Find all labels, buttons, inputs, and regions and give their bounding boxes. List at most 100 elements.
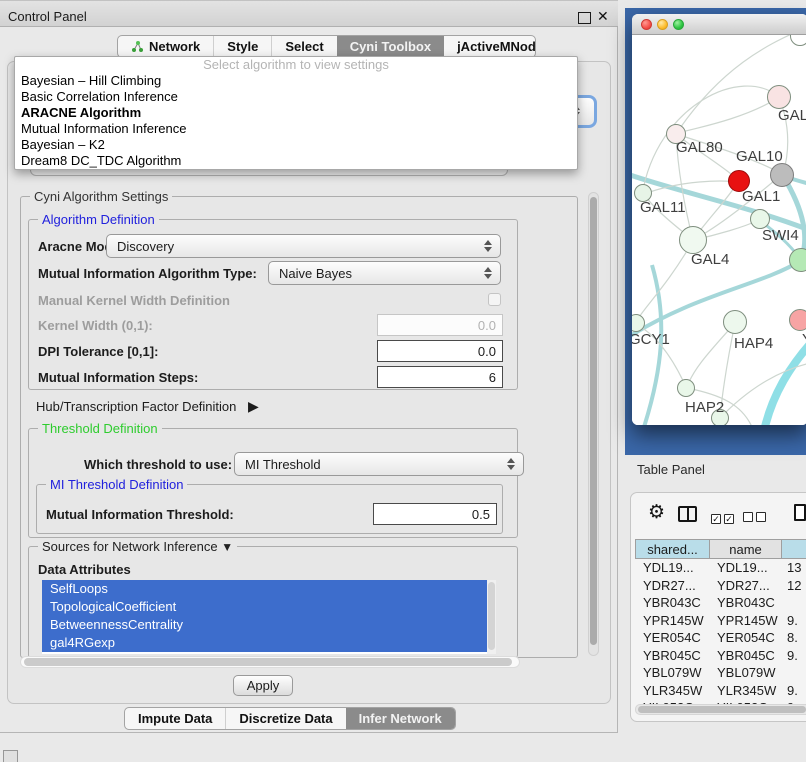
node-label: GAL4 <box>691 251 729 268</box>
attribute-item[interactable]: gal4RGexp <box>42 634 494 652</box>
gear-icon[interactable]: ⚙ <box>648 503 665 522</box>
node[interactable] <box>789 248 806 272</box>
hub-definition-label: Hub/Transcription Factor Definition <box>36 399 236 414</box>
node-label: HAP2 <box>685 399 724 416</box>
network-view-window: GAL GAL80 GAL10 GAL11 GAL1 SWI4 GAL4 GCY… <box>632 14 806 425</box>
control-panel-titlebar <box>0 0 618 27</box>
minimize-window-button[interactable] <box>657 19 668 30</box>
table-row[interactable]: YBR043C YBR043C <box>635 594 806 612</box>
dpi-tolerance-field[interactable]: 0.0 <box>377 340 503 362</box>
table-row[interactable]: YDL19... YDL19... 13 <box>635 559 806 577</box>
tab-infer-network[interactable]: Infer Network <box>346 708 455 729</box>
node-salmon[interactable] <box>789 309 806 331</box>
scrollbar-thumb[interactable] <box>638 706 806 713</box>
scrollbar-thumb[interactable] <box>488 582 495 650</box>
node-hap2[interactable] <box>677 379 695 397</box>
combo-arrows-icon <box>483 240 492 252</box>
dropdown-item[interactable]: Basic Correlation Inference <box>15 89 577 105</box>
sources-group-title[interactable]: Sources for Network Inference ▼ <box>38 539 237 554</box>
mi-type-combobox[interactable]: Naive Bayes <box>268 261 501 285</box>
tab-jactivemnodules[interactable]: jActiveMNodules <box>444 36 536 57</box>
tab-style[interactable]: Style <box>213 36 271 57</box>
float-window-icon[interactable] <box>578 12 591 24</box>
attribute-item[interactable]: TopologicalCoefficient <box>42 598 494 616</box>
table-row[interactable]: YBR045C YBR045C 9. <box>635 647 806 665</box>
node-label: HAP4 <box>734 335 773 352</box>
dpi-tolerance-label: DPI Tolerance [0,1]: <box>38 344 158 359</box>
attribute-item[interactable]: BetweennessCentrality <box>42 616 494 634</box>
apply-button[interactable]: Apply <box>233 675 293 696</box>
dropdown-item[interactable]: Bayesian – K2 <box>15 137 577 153</box>
network-canvas[interactable]: GAL GAL80 GAL10 GAL11 GAL1 SWI4 GAL4 GCY… <box>632 35 806 425</box>
hub-definition-expander[interactable]: Hub/Transcription Factor Definition ▶ <box>36 398 259 415</box>
table-row[interactable]: YBL079W YBL079W <box>635 664 806 682</box>
group-title: Threshold Definition <box>38 421 162 436</box>
which-threshold-combobox[interactable]: MI Threshold <box>234 452 524 476</box>
dropdown-item[interactable]: Mutual Information Inference <box>15 121 577 137</box>
kernel-width-field[interactable]: 0.0 <box>377 314 503 336</box>
mi-steps-value: 6 <box>489 370 496 385</box>
mi-steps-field[interactable]: 6 <box>377 366 503 388</box>
node-gal10[interactable] <box>770 163 794 187</box>
tab-network[interactable]: Network <box>118 36 213 57</box>
node-label: SWI4 <box>762 227 799 244</box>
tab-cyni-toolbox[interactable]: Cyni Toolbox <box>337 36 444 57</box>
scrollbar-thumb[interactable] <box>24 658 512 666</box>
algorithm-dropdown-popup: Select algorithm to view settings Bayesi… <box>14 56 578 170</box>
node[interactable] <box>767 85 791 109</box>
mi-threshold-label: Mutual Information Threshold: <box>46 507 234 522</box>
node-swi4[interactable] <box>750 209 770 229</box>
mi-threshold-value: 0.5 <box>472 507 490 522</box>
which-threshold-value: MI Threshold <box>235 457 506 472</box>
dropdown-item[interactable]: Dream8 DC_TDC Algorithm <box>15 153 577 169</box>
node-label: GAL80 <box>676 139 723 156</box>
manual-kernel-label: Manual Kernel Width Definition <box>38 293 230 308</box>
column-header[interactable]: shared... <box>636 540 710 558</box>
bottom-tabbar: Impute Data Discretize Data Infer Networ… <box>124 707 456 730</box>
settings-vertical-scrollbar[interactable] <box>588 192 599 656</box>
which-threshold-label: Which threshold to use: <box>84 457 232 472</box>
attribute-list-scrollbar[interactable] <box>487 580 496 654</box>
kernel-width-label: Kernel Width (0,1): <box>38 318 153 333</box>
scrollbar-thumb[interactable] <box>590 197 597 645</box>
dropdown-item[interactable]: Bayesian – Hill Climbing <box>15 73 577 89</box>
select-all-checkboxes-icon[interactable]: ✓✓ <box>711 510 734 525</box>
columns-icon[interactable] <box>678 506 697 522</box>
kernel-width-value: 0.0 <box>478 318 496 333</box>
tab-discretize-data[interactable]: Discretize Data <box>225 708 345 729</box>
node-label: Y <box>802 331 806 348</box>
table-row[interactable]: YER054C YER054C 8. <box>635 629 806 647</box>
attribute-item[interactable]: SelfLoops <box>42 580 494 598</box>
node-label: GAL11 <box>640 199 686 216</box>
control-panel-tabbar: Network Style Select Cyni Toolbox jActiv… <box>117 35 536 58</box>
group-title: Cyni Algorithm Settings <box>30 189 172 204</box>
column-header[interactable] <box>782 540 806 558</box>
tab-select[interactable]: Select <box>271 36 336 57</box>
table-horizontal-scrollbar[interactable] <box>635 704 806 715</box>
settings-horizontal-scrollbar[interactable] <box>20 656 520 668</box>
close-icon[interactable]: ✕ <box>597 8 609 25</box>
network-tab-icon <box>131 40 144 53</box>
deselect-all-checkboxes-icon[interactable] <box>743 510 766 525</box>
aracne-mode-combobox[interactable]: Discovery <box>106 234 501 258</box>
table-row[interactable]: YPR145W YPR145W 9. <box>635 612 806 630</box>
table-row[interactable]: YDR27... YDR27... 12 <box>635 577 806 595</box>
column-header[interactable]: name <box>710 540 782 558</box>
table-row[interactable]: YLR345W YLR345W 9. <box>635 682 806 700</box>
dropdown-prompt: Select algorithm to view settings <box>15 57 577 73</box>
dropdown-item-aracne[interactable]: ARACNE Algorithm <box>15 105 577 121</box>
data-attributes-label: Data Attributes <box>38 562 131 577</box>
close-window-button[interactable] <box>641 19 652 30</box>
manual-kernel-checkbox[interactable] <box>488 293 501 306</box>
panel-corner-icon[interactable] <box>3 750 18 762</box>
tab-impute-data[interactable]: Impute Data <box>125 708 225 729</box>
mi-threshold-field[interactable]: 0.5 <box>373 503 497 525</box>
control-panel-title: Control Panel <box>8 9 87 24</box>
zoom-window-button[interactable] <box>673 19 684 30</box>
node-hap4[interactable] <box>723 310 747 334</box>
node-gal4[interactable] <box>679 226 707 254</box>
node-attribute-table: shared... name YDL19... YDL19... 13 YDR2… <box>635 539 806 717</box>
document-icon[interactable] <box>794 504 806 521</box>
group-title: MI Threshold Definition <box>46 477 187 492</box>
aracne-mode-value: Discovery <box>107 239 483 254</box>
